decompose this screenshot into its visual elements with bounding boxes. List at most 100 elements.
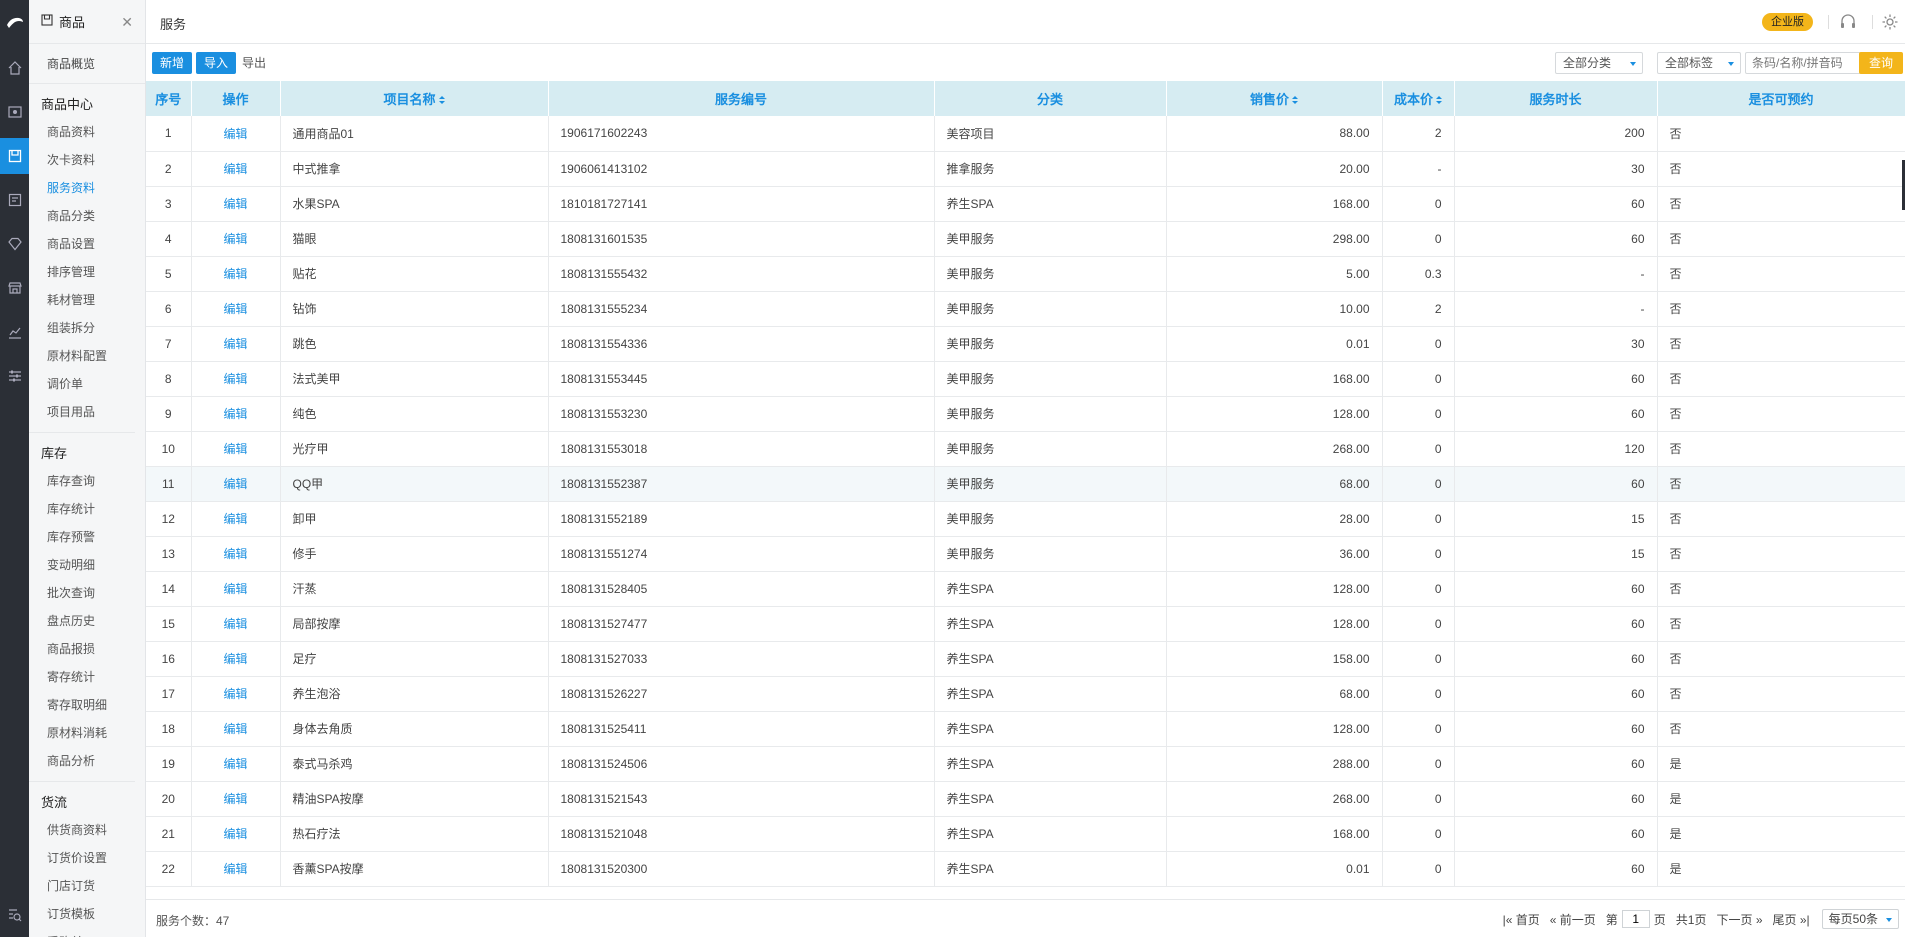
menu-item[interactable]: 排序管理 [29, 258, 135, 286]
edit-link[interactable]: 编辑 [191, 571, 281, 607]
menu-item[interactable]: 寄存取明细 [29, 691, 135, 719]
diamond-icon[interactable] [0, 226, 29, 262]
category-select[interactable]: 全部分类 [1555, 52, 1643, 74]
menu-item[interactable]: 商品设置 [29, 230, 135, 258]
menu-item[interactable]: 库存查询 [29, 467, 135, 495]
menu-item[interactable]: 订货模板 [29, 900, 135, 928]
edit-link[interactable]: 编辑 [191, 326, 281, 362]
last-page-button[interactable]: 尾页 »| [1773, 911, 1810, 928]
next-page-button[interactable]: 下一页 » [1716, 911, 1762, 928]
cell-index: 20 [146, 781, 192, 817]
edit-link[interactable]: 编辑 [191, 781, 281, 817]
cell-duration: 15 [1454, 501, 1658, 537]
menu-item[interactable]: 调价单 [29, 370, 135, 398]
menu-item[interactable]: 盘点历史 [29, 607, 135, 635]
sort-icon[interactable] [1436, 96, 1442, 105]
menu-item[interactable]: 商品分类 [29, 202, 135, 230]
chart-icon[interactable] [0, 314, 29, 350]
menu-item[interactable]: 供货商资料 [29, 816, 135, 844]
edit-link[interactable]: 编辑 [191, 606, 281, 642]
member-card-icon[interactable] [0, 94, 29, 130]
sort-icon[interactable] [438, 96, 445, 105]
menu-item[interactable]: 寄存统计 [29, 663, 135, 691]
page-number-input[interactable] [1621, 910, 1650, 928]
menu-item[interactable]: 项目用品 [29, 398, 135, 426]
cell-bookable: 否 [1657, 221, 1905, 257]
edit-link[interactable]: 编辑 [191, 396, 281, 432]
icon-rail [0, 0, 29, 937]
per-page-select[interactable]: 每页50条 [1821, 909, 1899, 929]
query-button[interactable]: 查询 [1858, 52, 1903, 74]
tag-select[interactable]: 全部标签 [1657, 52, 1741, 74]
cell-code: 1808131528405 [548, 571, 935, 607]
menu-item[interactable]: 服务资料 [29, 174, 135, 202]
prev-page-button[interactable]: « 前一页 [1550, 911, 1596, 928]
col-header-price[interactable]: 销售价 [1166, 81, 1383, 116]
menu-item[interactable]: 订货价设置 [29, 844, 135, 872]
store-icon[interactable] [0, 270, 29, 306]
edit-link[interactable]: 编辑 [191, 431, 281, 467]
sort-icon[interactable] [1292, 96, 1298, 105]
col-header-name[interactable]: 项目名称 [280, 81, 549, 116]
menu-item[interactable]: 批次查询 [29, 579, 135, 607]
edit-link[interactable]: 编辑 [191, 536, 281, 572]
menu-title: 商品 [59, 15, 86, 30]
edit-link[interactable]: 编辑 [191, 711, 281, 747]
menu-item[interactable]: 商品资料 [29, 118, 135, 146]
edit-link[interactable]: 编辑 [191, 501, 281, 537]
menu-group: 库存 库存查询 库存统计 库存预警 变动明细 批次查询 盘点历史 商品报损 寄存统计 寄存取明细原… [29, 433, 135, 782]
cell-bookable: 否 [1657, 466, 1905, 502]
cell-cost: 0 [1382, 431, 1455, 467]
menu-group-title: 货流 [41, 795, 68, 810]
menu-item[interactable]: 原材料配置 [29, 342, 135, 370]
menu-item[interactable]: 库存统计 [29, 495, 135, 523]
table-row: 22 编辑 香薰SPA按摩 1808131520300 养生SPA 0.01 0 60 是 [146, 851, 1905, 887]
cell-index: 22 [146, 851, 192, 887]
menu-item[interactable]: 商品报损 [29, 635, 135, 663]
menu-item[interactable]: 商品分析 [29, 747, 135, 775]
export-button[interactable]: 导出 [234, 52, 274, 74]
menu-item[interactable]: 组装拆分 [29, 314, 135, 342]
cell-name: 足疗 [280, 641, 549, 677]
edit-link[interactable]: 编辑 [191, 641, 281, 677]
edit-link[interactable]: 编辑 [191, 151, 281, 187]
menu-item[interactable]: 耗材管理 [29, 286, 135, 314]
cell-index: 21 [146, 816, 192, 852]
cell-name: 局部按摩 [280, 606, 549, 642]
cell-duration: 60 [1454, 641, 1658, 677]
menu-item[interactable]: 原材料消耗 [29, 719, 135, 747]
cell-name: 泰式马杀鸡 [280, 746, 549, 782]
import-button[interactable]: 导入 [196, 52, 237, 74]
menu-item[interactable]: 变动明细 [29, 551, 135, 579]
gear-icon[interactable] [1881, 13, 1899, 34]
edit-link[interactable]: 编辑 [191, 746, 281, 782]
close-icon[interactable]: ✕ [121, 14, 133, 31]
menu-item[interactable]: 门店订货 [29, 872, 135, 900]
menu-item[interactable]: 采购单 [29, 928, 135, 937]
report-icon[interactable] [0, 182, 29, 218]
edit-link[interactable]: 编辑 [191, 116, 281, 152]
edit-link[interactable]: 编辑 [191, 816, 281, 852]
edit-link[interactable]: 编辑 [191, 256, 281, 292]
edit-link[interactable]: 编辑 [191, 851, 281, 887]
edit-link[interactable]: 编辑 [191, 221, 281, 257]
edit-link[interactable]: 编辑 [191, 291, 281, 327]
edit-link[interactable]: 编辑 [191, 676, 281, 712]
menu-item[interactable]: 库存预警 [29, 523, 135, 551]
menu-item[interactable]: 次卡资料 [29, 146, 135, 174]
first-page-button[interactable]: |« 首页 [1503, 911, 1540, 928]
cell-code: 1808131555234 [548, 291, 935, 327]
menu-item-overview[interactable]: 商品概览 [29, 44, 145, 84]
cell-category: 美甲服务 [934, 291, 1167, 327]
edit-link[interactable]: 编辑 [191, 466, 281, 502]
edit-link[interactable]: 编辑 [191, 186, 281, 222]
settings-sliders-icon[interactable] [0, 358, 29, 394]
col-header-cost[interactable]: 成本价 [1382, 81, 1455, 116]
search-menu-icon[interactable] [0, 897, 29, 933]
home-icon[interactable] [0, 50, 29, 86]
edit-link[interactable]: 编辑 [191, 361, 281, 397]
search-input[interactable] [1745, 52, 1861, 74]
goods-icon[interactable] [0, 138, 29, 174]
headset-icon[interactable] [1839, 13, 1857, 34]
add-button[interactable]: 新增 [152, 52, 193, 74]
